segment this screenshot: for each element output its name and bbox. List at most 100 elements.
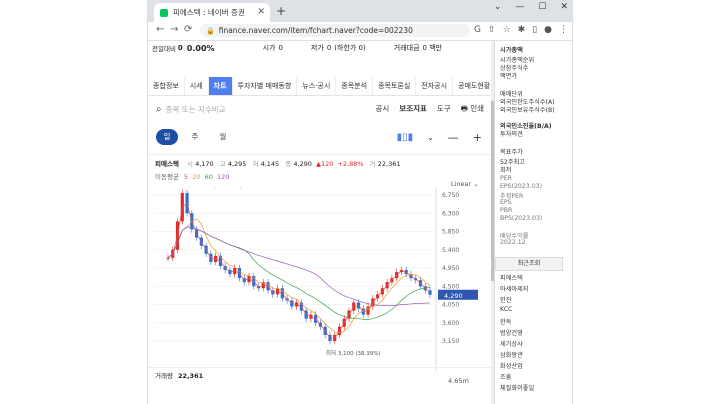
y-tick-label: 4,950 xyxy=(442,265,459,272)
recent-item[interactable]: 조흥 xyxy=(500,372,511,381)
extension-icon[interactable]: ✱ xyxy=(518,25,526,35)
lock-icon: 🔒 xyxy=(206,26,215,35)
sidebar-line: 액면가 xyxy=(500,73,518,80)
high-label-2: 고 xyxy=(219,160,226,168)
new-tab-button[interactable]: + xyxy=(276,4,286,18)
recent-item[interactable]: 범양건영 xyxy=(500,328,523,337)
candlestick-icon[interactable]: ▮▯▮ xyxy=(397,132,414,143)
price-summary-strip: 전일대비 0 0.00% 시가 0 저가 0 (하한가 0) 거래대금 0 백만 xyxy=(148,41,492,55)
share-icon[interactable]: ⇧ xyxy=(488,25,496,35)
tab-investor[interactable]: 투자자별 매매동향 xyxy=(233,77,298,95)
close-window-icon[interactable]: ✕ xyxy=(560,2,568,12)
sidebar-line: PBR xyxy=(500,207,513,214)
low-annotation: 최저 3,100 (38.39%) xyxy=(326,349,381,357)
print-button[interactable]: 🖶 인쇄 xyxy=(461,103,484,116)
search-icon[interactable]: ⌕ xyxy=(156,104,162,115)
candle-body xyxy=(166,257,170,259)
vol-label-2: 거 xyxy=(369,160,376,168)
toolbar-icons: G ⇧ ☆ ✱ ▯ ● ⋮ xyxy=(474,25,568,35)
tab-disclosure[interactable]: 전자공시 xyxy=(416,77,454,95)
recent-item[interactable]: 체질화이좋일 xyxy=(500,383,534,392)
tab-price[interactable]: 시세 xyxy=(185,77,209,95)
recent-item[interactable]: 화성산업 xyxy=(500,361,523,370)
maximize-icon[interactable]: ☐ xyxy=(538,2,546,12)
chart-type-tools: ▮▯▮ ⌄ — + xyxy=(397,131,482,144)
stock-name: 피에스텍 xyxy=(155,160,179,168)
tools-button[interactable]: 도구 xyxy=(437,103,451,116)
menu-icon[interactable]: ⋮ xyxy=(559,25,568,35)
tab-analysis[interactable]: 종목분석 xyxy=(336,77,374,95)
prev-val: 0 xyxy=(177,44,183,52)
high-val: 0 xyxy=(278,44,283,52)
recent-item[interactable]: 세기상사 xyxy=(500,339,523,348)
sidebar-line: PER xyxy=(500,175,512,182)
chevron-down-icon[interactable]: ⌄ xyxy=(494,2,502,12)
recent-title[interactable]: 최근조회 xyxy=(495,257,563,271)
tab-news[interactable]: 뉴스·공시 xyxy=(297,77,337,95)
ma-line xyxy=(167,218,431,334)
vol-val: 0 백만 xyxy=(422,44,443,52)
star-icon[interactable]: ☆ xyxy=(503,25,511,35)
high-val-2: 4,295 xyxy=(227,160,247,168)
minimize-icon[interactable]: — xyxy=(515,2,524,12)
vol-label: 거래대금 xyxy=(393,44,420,52)
chevron-down-icon[interactable]: ⌄ xyxy=(427,133,434,142)
reload-icon[interactable]: ⟳ xyxy=(184,24,192,35)
tab-discussion[interactable]: 종목토론실 xyxy=(373,77,417,95)
tab-title: 피에스텍 : 네이버 증권 xyxy=(173,8,245,17)
ma-60: 60 xyxy=(204,173,213,181)
open-val: 4,170 xyxy=(195,160,214,168)
sidepanel-icon[interactable]: ▯ xyxy=(532,25,537,35)
last-price-label: 4,290 xyxy=(444,292,463,300)
high-label: 시가 xyxy=(262,44,276,52)
tab-short[interactable]: 공매도현황 xyxy=(453,77,492,95)
url-field[interactable]: 🔒 finance.naver.com/item/fchart.naver?co… xyxy=(200,24,470,37)
browser-window: 피에스텍 : 네이버 증권 ✕ + ⌄ — ☐ ✕ ← → ⟳ 🔒 financ… xyxy=(148,0,572,404)
browser-tab[interactable]: 피에스텍 : 네이버 증권 ✕ xyxy=(154,3,270,22)
y-tick-label: 5,850 xyxy=(442,229,459,236)
zoom-out-icon[interactable]: — xyxy=(448,131,459,144)
sidebar-line: 시가총액 xyxy=(500,47,523,54)
y-tick-label: 4,050 xyxy=(442,302,459,309)
back-icon[interactable]: ← xyxy=(156,24,164,35)
tab-chart[interactable]: 차트 xyxy=(208,77,233,95)
recent-item[interactable]: KCC xyxy=(500,306,512,313)
recent-item[interactable]: 삼화왕관 xyxy=(500,350,523,359)
period-day[interactable]: 일 xyxy=(156,129,178,145)
print-label: 인쇄 xyxy=(470,103,484,113)
chart-search-row: ⌕ 종목 또는 지수비교 공시 보조지표 도구 🖶 인쇄 xyxy=(148,99,492,119)
indicator-button[interactable]: 보조지표 xyxy=(399,103,427,116)
profile-icon[interactable]: ● xyxy=(544,25,552,35)
forward-icon[interactable]: → xyxy=(170,24,178,35)
window-controls: ⌄ — ☐ ✕ xyxy=(494,2,568,12)
tab-overview[interactable]: 종합정보 xyxy=(148,77,185,95)
ma-legend: 이동평균 5 20 60 120 xyxy=(155,171,229,181)
low-val: 0 xyxy=(326,44,332,52)
close-tab-icon[interactable]: ✕ xyxy=(257,7,265,17)
recent-item[interactable]: 피에스텍 xyxy=(500,273,523,282)
recent-item[interactable]: 한독 xyxy=(500,317,511,326)
recent-item[interactable]: 한진 xyxy=(500,295,511,304)
high-annotation: 최고 6,800 (-36.91%) xyxy=(185,187,242,189)
vol-val-2: 22,361 xyxy=(377,160,401,168)
sidebar-line: BPS(2023.03) xyxy=(500,215,543,222)
ma-120: 120 xyxy=(216,173,230,181)
sidebar-line: 목표주가 xyxy=(500,149,523,156)
period-week[interactable]: 주 xyxy=(184,129,206,145)
y-tick-label: 3,600 xyxy=(442,320,459,327)
period-month[interactable]: 월 xyxy=(212,129,234,145)
recent-item[interactable]: 아세아제지 xyxy=(500,284,528,293)
disclosure-button[interactable]: 공시 xyxy=(375,103,389,116)
price-chart[interactable]: 6,750 6,300 5,850 5,400 4,950 4,500 4,050 3,600… xyxy=(148,187,492,371)
ma-line xyxy=(167,202,431,339)
google-icon[interactable]: G xyxy=(474,25,481,35)
period-row: 일 주 월 ▮▯▮ ⌄ — + xyxy=(148,127,492,147)
zoom-in-icon[interactable]: + xyxy=(473,131,482,144)
compare-search-input[interactable]: 종목 또는 지수비교 xyxy=(166,104,226,115)
volume-value: 22,361 xyxy=(178,372,204,380)
prev-label: 전일대비 xyxy=(152,45,176,53)
prev-pct: 0.00% xyxy=(186,43,215,53)
ma-label: 이동평균 xyxy=(155,173,179,181)
address-bar: ← → ⟳ 🔒 finance.naver.com/item/fchart.na… xyxy=(148,22,572,41)
y-tick-label: 6,750 xyxy=(442,192,459,199)
